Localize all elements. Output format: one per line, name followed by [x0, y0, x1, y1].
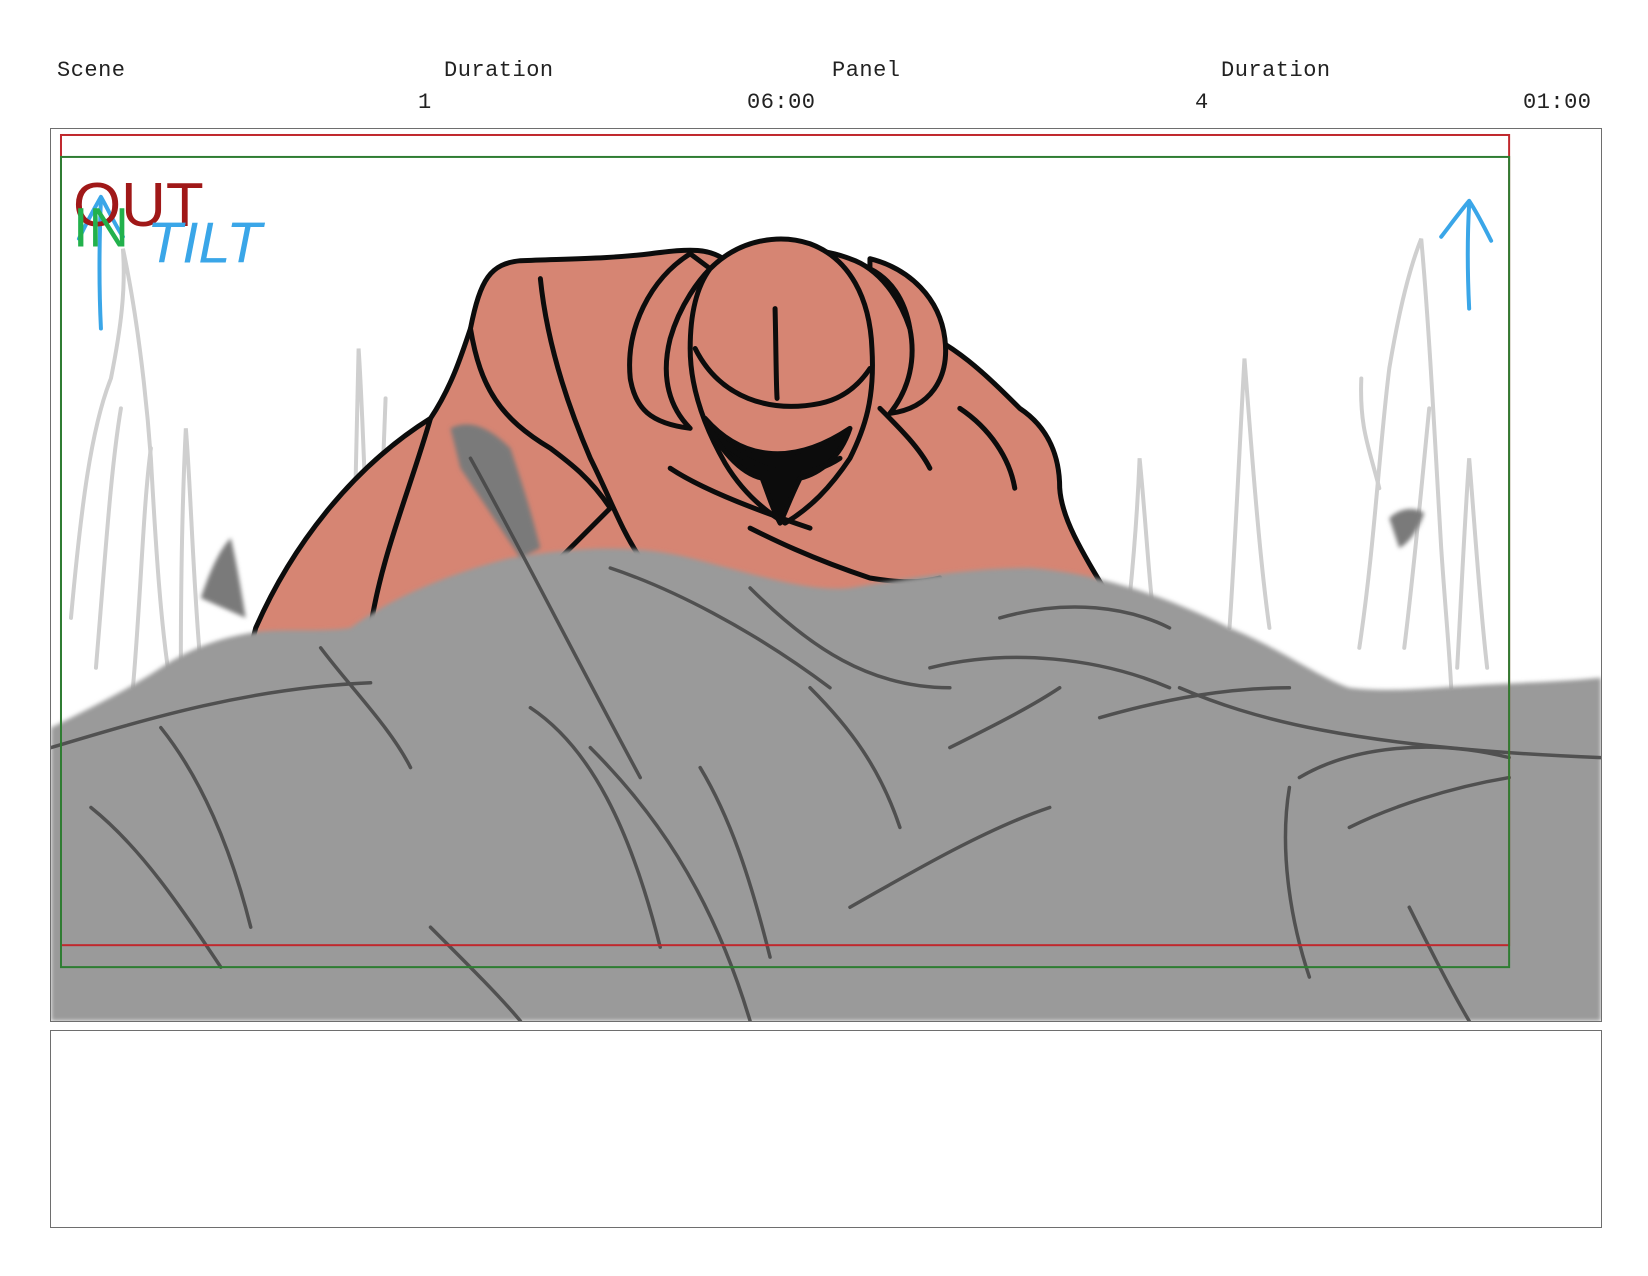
- scene-duration-label: Duration: [444, 58, 554, 83]
- scene-number: 1: [418, 90, 432, 115]
- panel-number: 4: [1195, 90, 1209, 115]
- scene-label: Scene: [57, 58, 126, 83]
- scene-duration: 06:00: [747, 90, 816, 115]
- panel-duration: 01:00: [1523, 90, 1592, 115]
- up-arrow-icon: [1439, 198, 1494, 311]
- panel-duration-label: Duration: [1221, 58, 1331, 83]
- storyboard-drawing: OUT IN TILT: [51, 133, 1601, 1021]
- panel-notes-text: [51, 1031, 1601, 1055]
- panel-label: Panel: [832, 58, 901, 83]
- tilt-marker: TILT: [147, 212, 265, 276]
- in-marker: IN: [73, 196, 129, 259]
- panel-notes-box[interactable]: [50, 1030, 1602, 1228]
- storyboard-panel-frame: OUT IN TILT: [50, 128, 1602, 1022]
